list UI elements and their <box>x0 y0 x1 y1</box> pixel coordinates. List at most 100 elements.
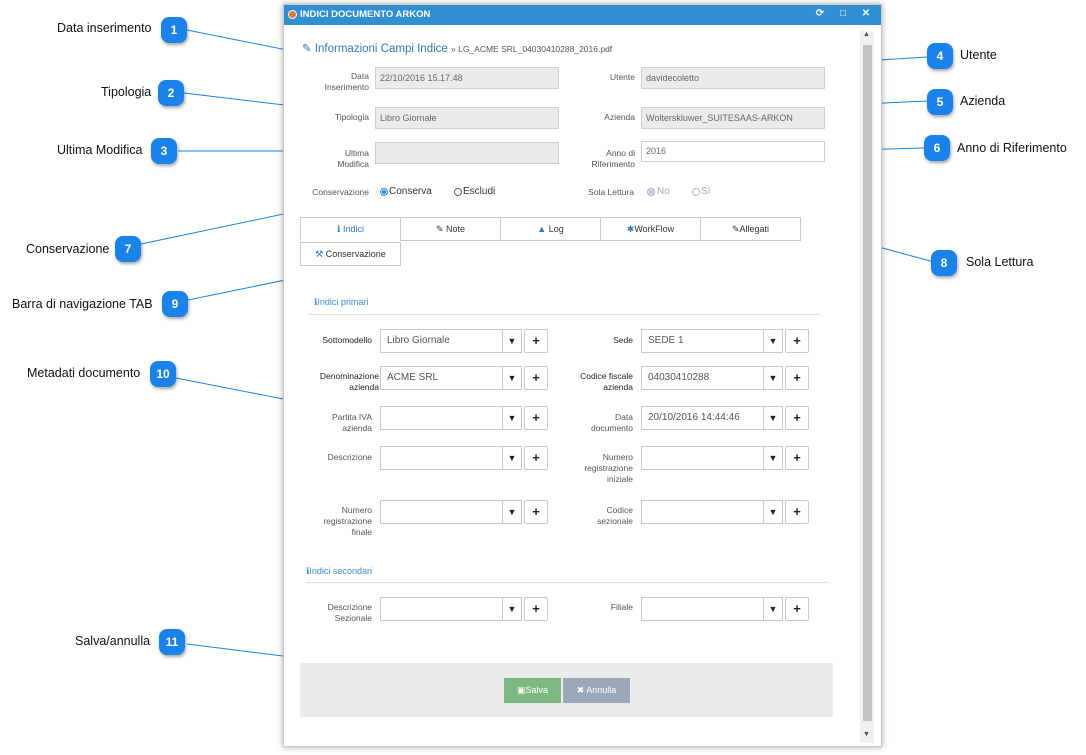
save-button-label: Salva <box>525 685 549 695</box>
warning-icon: ▲ <box>537 224 547 234</box>
callout-label-6: Anno di Riferimento <box>957 141 1067 155</box>
scrollbar[interactable]: ▲ ▼ <box>860 31 874 743</box>
num-reg-iniziale-label: Numero registrazione iniziale <box>584 452 633 484</box>
chevron-down-icon[interactable]: ▼ <box>502 446 522 470</box>
callout-badge-10: 10 <box>150 361 176 387</box>
chevron-down-icon[interactable]: ▼ <box>763 500 783 524</box>
descrizione-select[interactable] <box>380 446 503 470</box>
tab-workflow[interactable]: ✱WorkFlow <box>600 217 701 241</box>
codice-sezionale-label: Codice sezionale <box>597 505 633 526</box>
tab-note[interactable]: ✎ Note <box>400 217 501 241</box>
breadcrumb: ✎ Informazioni Campi Indice » LG_ACME SR… <box>302 41 612 55</box>
tab-indici-label: Indici <box>342 224 364 234</box>
tab-indici[interactable]: ℹ Indici <box>300 217 401 241</box>
callout-label-9: Barra di navigazione TAB <box>12 297 153 311</box>
chevron-down-icon[interactable]: ▼ <box>763 366 783 390</box>
save-button[interactable]: ▣Salva <box>504 678 561 703</box>
sede-label: Sede <box>613 335 633 345</box>
ultima-modifica-label: Ultima Modifica <box>337 148 369 169</box>
denominazione-select[interactable]: ACME SRL <box>380 366 503 390</box>
add-codice-sezionale-button[interactable]: + <box>785 500 809 524</box>
sede-select[interactable]: SEDE 1 <box>641 329 764 353</box>
app-icon <box>288 10 297 19</box>
anno-riferimento-label: Anno di Riferimento <box>591 148 635 169</box>
filiale-label: Filiale <box>610 602 633 612</box>
descrizione-sezionale-select[interactable] <box>380 597 503 621</box>
refresh-icon[interactable]: ⟳ <box>813 7 827 21</box>
divider <box>306 582 829 583</box>
sola-lettura-no-label: No <box>657 186 670 197</box>
breadcrumb-file: » LG_ACME SRL_04030410288_2016.pdf <box>451 44 613 54</box>
callout-badge-4: 4 <box>927 43 953 69</box>
partita-iva-select[interactable] <box>380 406 503 430</box>
add-sottomodello-button[interactable]: + <box>524 329 548 353</box>
tab-note-label: Note <box>446 224 466 234</box>
scroll-up-icon[interactable]: ▲ <box>863 31 870 38</box>
callout-badge-1: 1 <box>161 17 187 43</box>
scroll-down-icon[interactable]: ▼ <box>863 731 870 738</box>
chevron-down-icon[interactable]: ▼ <box>502 597 522 621</box>
num-reg-finale-label: Numero registrazione finale <box>323 505 372 537</box>
edit-icon: ✎ <box>435 224 444 234</box>
anno-riferimento-input[interactable]: 2016 <box>641 141 825 162</box>
denominazione-label: Denominazione azienda <box>319 371 379 392</box>
sola-lettura-si-radio[interactable] <box>692 188 700 196</box>
callout-badge-6: 6 <box>924 135 950 161</box>
sottomodello-select[interactable]: Libro Giornale <box>380 329 503 353</box>
conserva-radio[interactable] <box>380 188 388 196</box>
codice-sezionale-select[interactable] <box>641 500 764 524</box>
tab-conservazione[interactable]: ⚒ Conservazione <box>300 242 401 266</box>
tab-log[interactable]: ▲ Log <box>500 217 601 241</box>
data-inserimento-field: 22/10/2016 15.17.48 <box>375 67 559 89</box>
tab-workflow-label: WorkFlow <box>634 224 675 234</box>
section-indici-primari-label: Indici primari <box>317 297 369 307</box>
chevron-down-icon[interactable]: ▼ <box>763 329 783 353</box>
add-num-reg-iniziale-button[interactable]: + <box>785 446 809 470</box>
tab-allegati-label: Allegati <box>739 224 770 234</box>
codice-fiscale-select[interactable]: 04030410288 <box>641 366 764 390</box>
callout-badge-3: 3 <box>151 138 177 164</box>
close-icon[interactable]: ✕ <box>859 7 873 21</box>
escludi-radio[interactable] <box>454 188 462 196</box>
title-bar[interactable]: INDICI DOCUMENTO ARKON ⟳ □ ✕ <box>284 5 881 25</box>
filiale-select[interactable] <box>641 597 764 621</box>
add-filiale-button[interactable]: + <box>785 597 809 621</box>
num-reg-finale-select[interactable] <box>380 500 503 524</box>
chevron-down-icon[interactable]: ▼ <box>763 406 783 430</box>
section-indici-secondari-label: Indici secondari <box>309 566 372 576</box>
data-documento-select[interactable]: 20/10/2016 14:44:46 <box>641 406 764 430</box>
callout-label-1: Data inserimento <box>57 21 152 35</box>
chevron-down-icon[interactable]: ▼ <box>763 446 783 470</box>
conserva-radio-label: Conserva <box>389 186 432 197</box>
add-descrizione-button[interactable]: + <box>524 446 548 470</box>
scrollbar-thumb[interactable] <box>863 45 872 721</box>
chevron-down-icon[interactable]: ▼ <box>763 597 783 621</box>
ultima-modifica-field <box>375 142 559 164</box>
paperclip-icon: ✎ <box>731 224 740 234</box>
add-denominazione-button[interactable]: + <box>524 366 548 390</box>
add-data-documento-button[interactable]: + <box>785 406 809 430</box>
escludi-radio-label: Escludi <box>463 186 496 197</box>
callout-label-3: Ultima Modifica <box>57 143 143 157</box>
chevron-down-icon[interactable]: ▼ <box>502 406 522 430</box>
tipologia-field: Libro Giornale <box>375 107 559 129</box>
tab-conservazione-label: Conservazione <box>325 249 386 259</box>
chevron-down-icon[interactable]: ▼ <box>502 366 522 390</box>
utente-field: davidecoletto <box>641 67 825 89</box>
add-partita-iva-button[interactable]: + <box>524 406 548 430</box>
close-icon: ✖ <box>576 685 585 695</box>
maximize-icon[interactable]: □ <box>836 7 850 21</box>
cancel-button[interactable]: ✖ Annulla <box>563 678 630 703</box>
chevron-down-icon[interactable]: ▼ <box>502 329 522 353</box>
add-descrizione-sezionale-button[interactable]: + <box>524 597 548 621</box>
chevron-down-icon[interactable]: ▼ <box>502 500 522 524</box>
add-sede-button[interactable]: + <box>785 329 809 353</box>
num-reg-iniziale-select[interactable] <box>641 446 764 470</box>
add-num-reg-finale-button[interactable]: + <box>524 500 548 524</box>
add-codice-fiscale-button[interactable]: + <box>785 366 809 390</box>
azienda-label: Azienda <box>604 112 635 122</box>
floppy-icon: ▣ <box>516 685 526 695</box>
tab-allegati[interactable]: ✎Allegati <box>700 217 801 241</box>
callout-badge-8: 8 <box>931 250 957 276</box>
sola-lettura-no-radio[interactable] <box>647 188 655 196</box>
